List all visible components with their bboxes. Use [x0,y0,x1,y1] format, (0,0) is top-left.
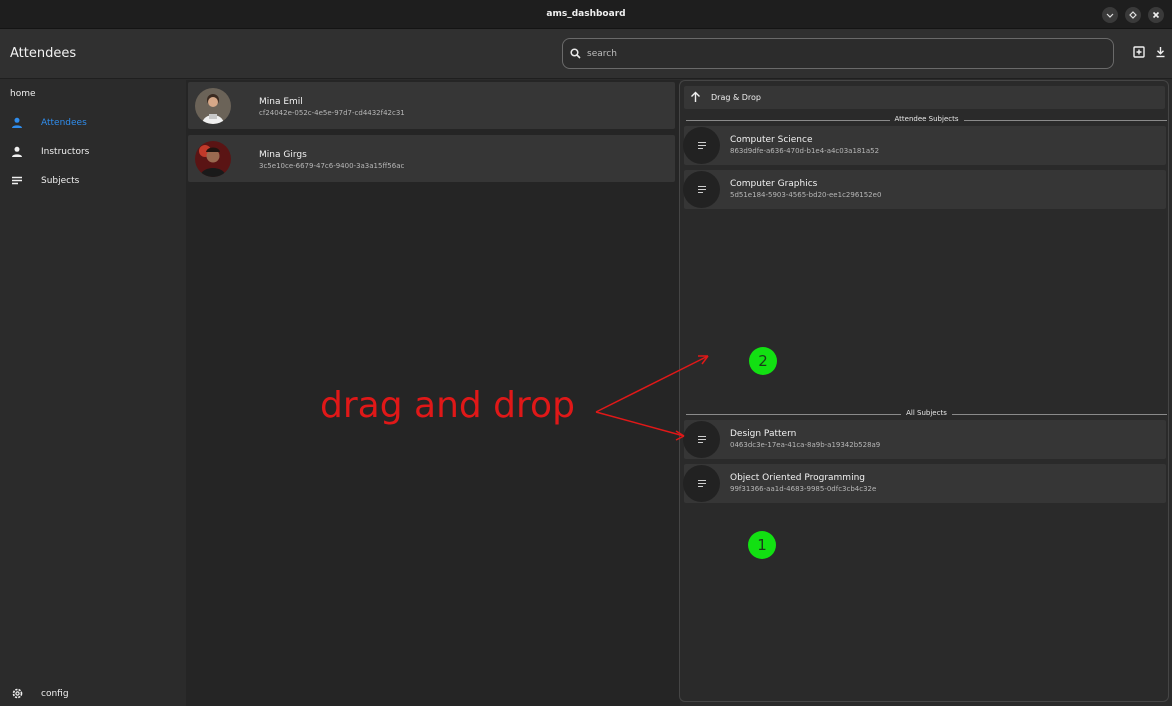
sidebar-item-instructors[interactable]: Instructors [0,142,186,162]
search-box[interactable] [562,38,1114,69]
person-icon [12,146,22,157]
sidebar: home Attendees Instructors Subjects conf… [0,80,186,706]
annotation-badge-2: 2 [749,347,777,375]
attendee-id: cf24042e-052c-4e5e-97d7-cd4432f42c31 [259,109,405,117]
avatar [195,88,231,124]
person-icon [12,117,22,128]
window-controls [1102,7,1164,23]
subject-name: Computer Graphics [730,179,818,189]
list-icon [12,176,22,185]
appbar-actions [1133,46,1166,58]
list-item-all-subject[interactable]: Design Pattern 0463dc3e-17ea-41ca-8a9b-a… [683,420,1166,459]
annotation-badge-1: 1 [748,531,776,559]
notes-icon [697,479,706,488]
close-button[interactable] [1148,7,1164,23]
list-item-attendee-subject[interactable]: Computer Science 863d9dfe-a636-470d-b1e4… [683,126,1166,165]
list-item-attendee[interactable]: Mina Girgs 3c5e10ce-6679-47c6-9400-3a3a1… [188,135,675,182]
arrow-up-icon [691,91,700,102]
attendee-id: 3c5e10ce-6679-47c6-9400-3a3a15ff56ac [259,162,405,170]
attendee-subjects-label: Attendee Subjects [889,115,964,123]
attendee-name: Mina Emil [259,97,303,107]
window-title: ams_dashboard [546,9,626,19]
subject-avatar [683,171,720,208]
diamond-icon [1129,11,1137,19]
drag-drop-label: Drag & Drop [711,93,761,102]
app-bar: Attendees [0,29,1172,79]
search-icon [570,48,581,59]
config-label: config [41,689,69,699]
subject-id: 5d51e184-5903-4565-bd20-ee1c296152e0 [730,191,882,199]
sidebar-item-label: Instructors [41,147,90,157]
subject-avatar [683,465,720,502]
notes-icon [697,185,706,194]
subject-name: Computer Science [730,135,813,145]
page-title: Attendees [10,46,77,61]
subject-avatar [683,421,720,458]
notes-icon [697,435,706,444]
close-icon [1152,11,1160,19]
subject-id: 863d9dfe-a636-470d-b1e4-a4c03a181a52 [730,147,880,155]
subject-id: 0463dc3e-17ea-41ca-8a9b-a19342b528a9 [730,441,881,449]
add-box-icon[interactable] [1133,46,1145,58]
search-input[interactable] [587,48,1087,59]
subject-name: Design Pattern [730,429,797,439]
subject-avatar [683,127,720,164]
sidebar-item-label: Attendees [41,118,87,128]
annotation-text: drag and drop [320,385,575,426]
sidebar-item-attendees[interactable]: Attendees [0,113,186,133]
download-icon[interactable] [1155,46,1166,58]
subjects-panel: Drag & Drop Attendee Subjects Computer S… [679,80,1169,702]
subject-name: Object Oriented Programming [730,473,865,483]
attendee-name: Mina Girgs [259,150,307,160]
window-titlebar: ams_dashboard [0,0,1172,29]
sidebar-item-subjects[interactable]: Subjects [0,171,186,191]
list-item-attendee[interactable]: Mina Emil cf24042e-052c-4e5e-97d7-cd4432… [188,82,675,129]
all-subjects-divider: All Subjects [686,409,1167,419]
avatar [195,141,231,177]
attendee-subjects-divider: Attendee Subjects [686,115,1167,125]
sidebar-home-label[interactable]: home [10,89,36,99]
all-subjects-label: All Subjects [901,409,952,417]
chevron-down-icon [1106,13,1114,18]
list-item-all-subject[interactable]: Object Oriented Programming 99f31366-aa1… [683,464,1166,503]
maximize-button[interactable] [1125,7,1141,23]
subject-id: 99f31366-aa1d-4683-9985-0dfc3cb4c32e [730,485,877,493]
sidebar-item-config[interactable]: config [0,684,186,704]
list-item-attendee-subject[interactable]: Computer Graphics 5d51e184-5903-4565-bd2… [683,170,1166,209]
gear-icon [12,688,23,699]
drag-drop-header[interactable]: Drag & Drop [684,86,1165,109]
sidebar-item-label: Subjects [41,176,80,186]
notes-icon [697,141,706,150]
minimize-button[interactable] [1102,7,1118,23]
